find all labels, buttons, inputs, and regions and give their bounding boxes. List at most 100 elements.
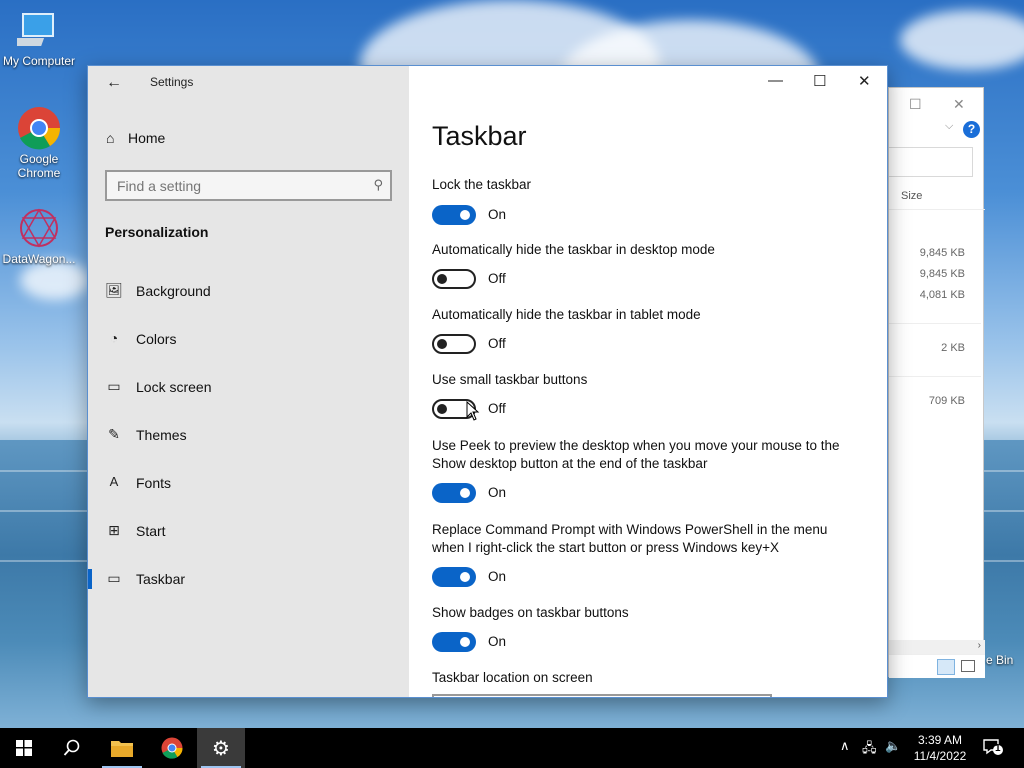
maximize-icon[interactable]: ☐ <box>909 96 922 113</box>
chrome-icon <box>161 737 183 759</box>
nav-item-lock-screen[interactable]: ▭ Lock screen <box>88 367 409 407</box>
setting-label: Automatically hide the taskbar in deskto… <box>432 242 715 257</box>
datawagon-icon <box>17 206 61 250</box>
setting-label: Use small taskbar buttons <box>432 372 588 387</box>
toggle-state: Off <box>488 271 506 286</box>
toggle-state: On <box>488 207 507 222</box>
file-size: 2 KB <box>941 342 965 354</box>
volume-icon[interactable]: 🔈 <box>885 738 901 754</box>
home-icon: ⌂ <box>106 130 115 146</box>
folder-icon <box>111 741 133 757</box>
desktop-icon-label: My Computer <box>2 54 76 68</box>
nav-item-taskbar[interactable]: ▭ Taskbar <box>88 559 409 599</box>
nav-item-start[interactable]: ⊞ Start <box>88 511 409 551</box>
home-link[interactable]: ⌂ Home <box>106 130 165 146</box>
page-title: Taskbar <box>432 121 527 151</box>
clock-date: 11/4/2022 <box>913 749 967 763</box>
setting-label: Use Peek to preview the desktop when you… <box>432 438 840 471</box>
file-size: 9,845 KB <box>919 268 965 280</box>
toggle-state: On <box>488 569 507 584</box>
desktop-icon-my-computer[interactable]: My Computer <box>0 8 78 68</box>
taskbar-location-dropdown[interactable] <box>432 694 772 697</box>
horizontal-scrollbar[interactable]: › <box>889 640 985 654</box>
file-explorer-window[interactable]: ☐ ✕ ⌵ ? Size 9,845 KB 9,845 KB 4,081 KB … <box>888 87 985 678</box>
view-toggle[interactable] <box>889 654 985 678</box>
nav-item-background[interactable]: 🖼 Background <box>88 271 409 311</box>
computer-icon <box>7 8 61 52</box>
toggle-state: Off <box>488 401 506 416</box>
settings-sidebar: ← Settings ⌂ Home ⚲ Personalization 🖼 Bac… <box>88 66 409 697</box>
settings-taskbar-button[interactable]: ⚙ <box>197 728 245 768</box>
chevron-up-icon[interactable]: ∧ <box>840 738 850 754</box>
toggle-switch[interactable] <box>432 205 476 225</box>
start-button[interactable] <box>0 728 48 768</box>
windows-logo-icon <box>16 740 32 756</box>
search-icon <box>63 739 80 756</box>
palette-icon: ◔ <box>109 330 119 346</box>
nav-item-themes[interactable]: ✎ Themes <box>88 415 409 455</box>
large-icons-view-icon[interactable] <box>961 660 975 672</box>
nav-item-fonts[interactable]: A Fonts <box>88 463 409 503</box>
nav-item-colors[interactable]: ◔ Colors <box>88 319 409 359</box>
network-icon[interactable]: 🖧 <box>862 739 877 761</box>
start-icon: ⊞ <box>108 522 120 538</box>
desktop-icon-label: DataWagon... <box>2 252 76 266</box>
chrome-taskbar-button[interactable] <box>148 728 196 768</box>
action-center-button[interactable]: 1 <box>982 738 1004 756</box>
toggle-switch[interactable] <box>432 334 476 354</box>
setting-label: Taskbar location on screen <box>432 670 593 685</box>
selection-indicator <box>88 569 92 589</box>
home-label: Home <box>128 130 166 146</box>
column-header-size[interactable]: Size <box>889 184 985 210</box>
file-size: 709 KB <box>928 395 965 407</box>
window-title: Settings <box>150 75 194 89</box>
chevron-down-icon[interactable]: ⌵ <box>945 120 953 133</box>
gear-icon: ⚙ <box>212 738 230 760</box>
toggle-switch[interactable] <box>432 567 476 587</box>
toggle-switch[interactable] <box>432 269 476 289</box>
clock[interactable]: 3:39 AM 11/4/2022 <box>905 732 975 764</box>
details-view-icon[interactable] <box>937 659 955 675</box>
recycle-bin-label[interactable]: e Bin <box>986 653 1013 667</box>
nav-label: Fonts <box>136 475 172 491</box>
file-explorer-button[interactable] <box>98 728 146 768</box>
nav-label: Lock screen <box>136 379 212 395</box>
explorer-search-input[interactable] <box>889 147 973 177</box>
search-icon: ⚲ <box>373 177 383 192</box>
close-icon[interactable]: ✕ <box>953 96 965 113</box>
nav-label: Taskbar <box>136 571 186 587</box>
back-arrow-icon[interactable]: ← <box>106 74 122 92</box>
picture-icon: 🖼 <box>105 282 123 298</box>
setting-label: Replace Command Prompt with Windows Powe… <box>432 522 828 555</box>
fonts-icon: A <box>109 474 119 489</box>
toggle-switch[interactable] <box>432 632 476 652</box>
nav-label: Colors <box>136 331 177 347</box>
clock-time: 3:39 AM <box>917 733 963 747</box>
search-button[interactable] <box>48 728 96 768</box>
nav-label: Start <box>136 523 166 539</box>
file-size: 4,081 KB <box>919 289 965 301</box>
section-heading: Personalization <box>105 224 209 240</box>
toggle-state: On <box>488 634 507 649</box>
divider <box>889 323 981 324</box>
notification-count: 1 <box>995 743 1001 754</box>
toggle-state: Off <box>488 336 506 351</box>
lock-screen-icon: ▭ <box>107 378 121 394</box>
file-size: 9,845 KB <box>919 247 965 259</box>
toggle-switch[interactable] <box>432 483 476 503</box>
settings-window[interactable]: ← Settings ⌂ Home ⚲ Personalization 🖼 Bac… <box>87 65 888 698</box>
nav-label: Background <box>136 283 211 299</box>
help-icon[interactable]: ? <box>963 121 980 138</box>
find-setting-search[interactable]: ⚲ <box>105 170 392 201</box>
taskbar: ⚙ ∧ 🖧 🔈 3:39 AM 11/4/2022 1 <box>0 728 1024 768</box>
desktop-icon-datawagon[interactable]: DataWagon... <box>0 206 78 266</box>
toggle-state: On <box>488 485 507 500</box>
desktop-icon-label: Google Chrome <box>17 152 61 180</box>
divider <box>889 376 981 377</box>
chrome-icon <box>17 106 61 150</box>
desktop-icon-chrome[interactable]: Google Chrome <box>0 106 78 180</box>
themes-icon: ✎ <box>108 426 120 442</box>
setting-label: Automatically hide the taskbar in tablet… <box>432 307 701 322</box>
settings-content: Taskbar Lock the taskbar On Automaticall… <box>409 66 887 697</box>
search-input[interactable] <box>107 172 357 199</box>
